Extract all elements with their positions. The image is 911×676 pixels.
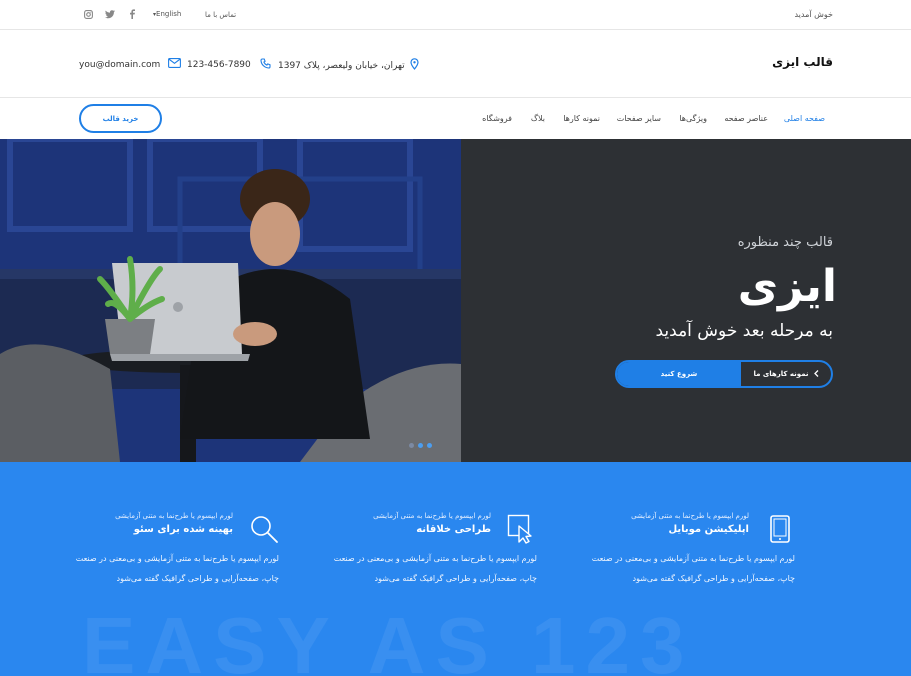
envelope-icon <box>168 58 182 71</box>
nav-item-blog[interactable]: بلاگ <box>531 114 545 123</box>
contact-link[interactable]: تماس با ما <box>205 11 236 19</box>
instagram-icon[interactable] <box>82 8 94 20</box>
slider-dot-active[interactable] <box>418 443 423 448</box>
feature-description: لورم ایپسوم یا طرح‌نما به متنی آزمایشی و… <box>75 554 279 583</box>
hero-button-group: شروع کنید نمونه کارهای ما <box>615 360 833 388</box>
hero-photo <box>0 139 461 462</box>
address-info: تهران، خیابان ولیعصر، پلاک 1397 <box>278 58 419 73</box>
features-watermark: EASY AS 123 <box>82 601 695 676</box>
chevron-left-icon <box>813 369 819 379</box>
language-selector[interactable]: ▾English <box>153 10 181 18</box>
email-info: you@domain.com <box>79 58 182 71</box>
twitter-icon[interactable] <box>104 8 116 20</box>
buy-template-button[interactable]: خرید قالب <box>79 104 162 133</box>
site-logo[interactable]: قالب ایزی <box>772 55 833 69</box>
feature-small-text: لورم ایپسوم یا طرح‌نما به متنی آزمایشی <box>631 512 749 520</box>
get-started-button[interactable]: شروع کنید <box>617 362 741 386</box>
hero-subtitle: قالب چند منظوره <box>737 235 833 250</box>
tablet-icon <box>765 514 795 544</box>
email-text[interactable]: you@domain.com <box>79 60 160 70</box>
portfolio-button-label: نمونه کارهای ما <box>753 370 809 378</box>
feature-small-text: لورم ایپسوم یا طرح‌نما به متنی آزمایشی <box>373 512 491 520</box>
address-text: تهران، خیابان ولیعصر، پلاک 1397 <box>278 60 405 71</box>
main-nav: صفحه اصلی عناصر صفحه ویژگی‌ها سایر صفحات… <box>0 99 911 139</box>
cursor-icon <box>507 514 537 544</box>
portfolio-button[interactable]: نمونه کارهای ما <box>741 362 831 386</box>
magnifier-icon <box>249 514 279 544</box>
feature-description: لورم ایپسوم یا طرح‌نما به متنی آزمایشی و… <box>333 554 537 583</box>
phone-icon <box>260 58 271 72</box>
hero-tagline: به مرحله بعد خوش آمدید <box>655 321 833 341</box>
nav-item-shop[interactable]: فروشگاه <box>482 114 512 123</box>
slider-dot[interactable] <box>427 443 432 448</box>
nav-item-pages[interactable]: سایر صفحات <box>617 114 661 123</box>
feature-small-text: لورم ایپسوم یا طرح‌نما به متنی آزمایشی <box>115 512 233 520</box>
feature-title: طراحی خلاقانه <box>416 524 491 535</box>
phone-text: 123-456-7890 <box>187 60 251 70</box>
slider-dots <box>409 443 432 448</box>
feature-card: لورم ایپسوم یا طرح‌نما به متنی آزمایشی ط… <box>322 512 537 589</box>
feature-card: لورم ایپسوم یا طرح‌نما به متنی آزمایشی ب… <box>64 512 279 589</box>
location-pin-icon <box>410 58 419 73</box>
feature-title: اپلیکیشن موبایل <box>668 524 749 535</box>
hero-slider: قالب چند منظوره ایزی به مرحله بعد خوش آم… <box>0 139 911 462</box>
nav-item-home[interactable]: صفحه اصلی <box>784 114 825 123</box>
phone-info: 123-456-7890 <box>187 58 271 72</box>
welcome-text: خوش آمدید <box>794 10 833 19</box>
language-label: English <box>156 10 182 18</box>
hero-title: ایزی <box>737 261 837 312</box>
slider-dot[interactable] <box>409 443 414 448</box>
feature-description: لورم ایپسوم یا طرح‌نما به متنی آزمایشی و… <box>591 554 795 583</box>
features-section: EASY AS 123 لورم ایپسوم یا طرح‌نما به مت… <box>0 462 911 676</box>
nav-item-features[interactable]: ویژگی‌ها <box>679 114 707 123</box>
nav-item-elements[interactable]: عناصر صفحه <box>724 114 768 123</box>
top-bar: خوش آمدید تماس با ما ▾English <box>0 0 911 30</box>
site-header: قالب ایزی تهران، خیابان ولیعصر، پلاک 139… <box>0 31 911 98</box>
nav-item-portfolio[interactable]: نمونه کارها <box>563 114 600 123</box>
feature-title: بهینه شده برای سئو <box>133 524 233 535</box>
feature-card: لورم ایپسوم یا طرح‌نما به متنی آزمایشی ا… <box>580 512 795 589</box>
facebook-icon[interactable] <box>126 8 138 20</box>
